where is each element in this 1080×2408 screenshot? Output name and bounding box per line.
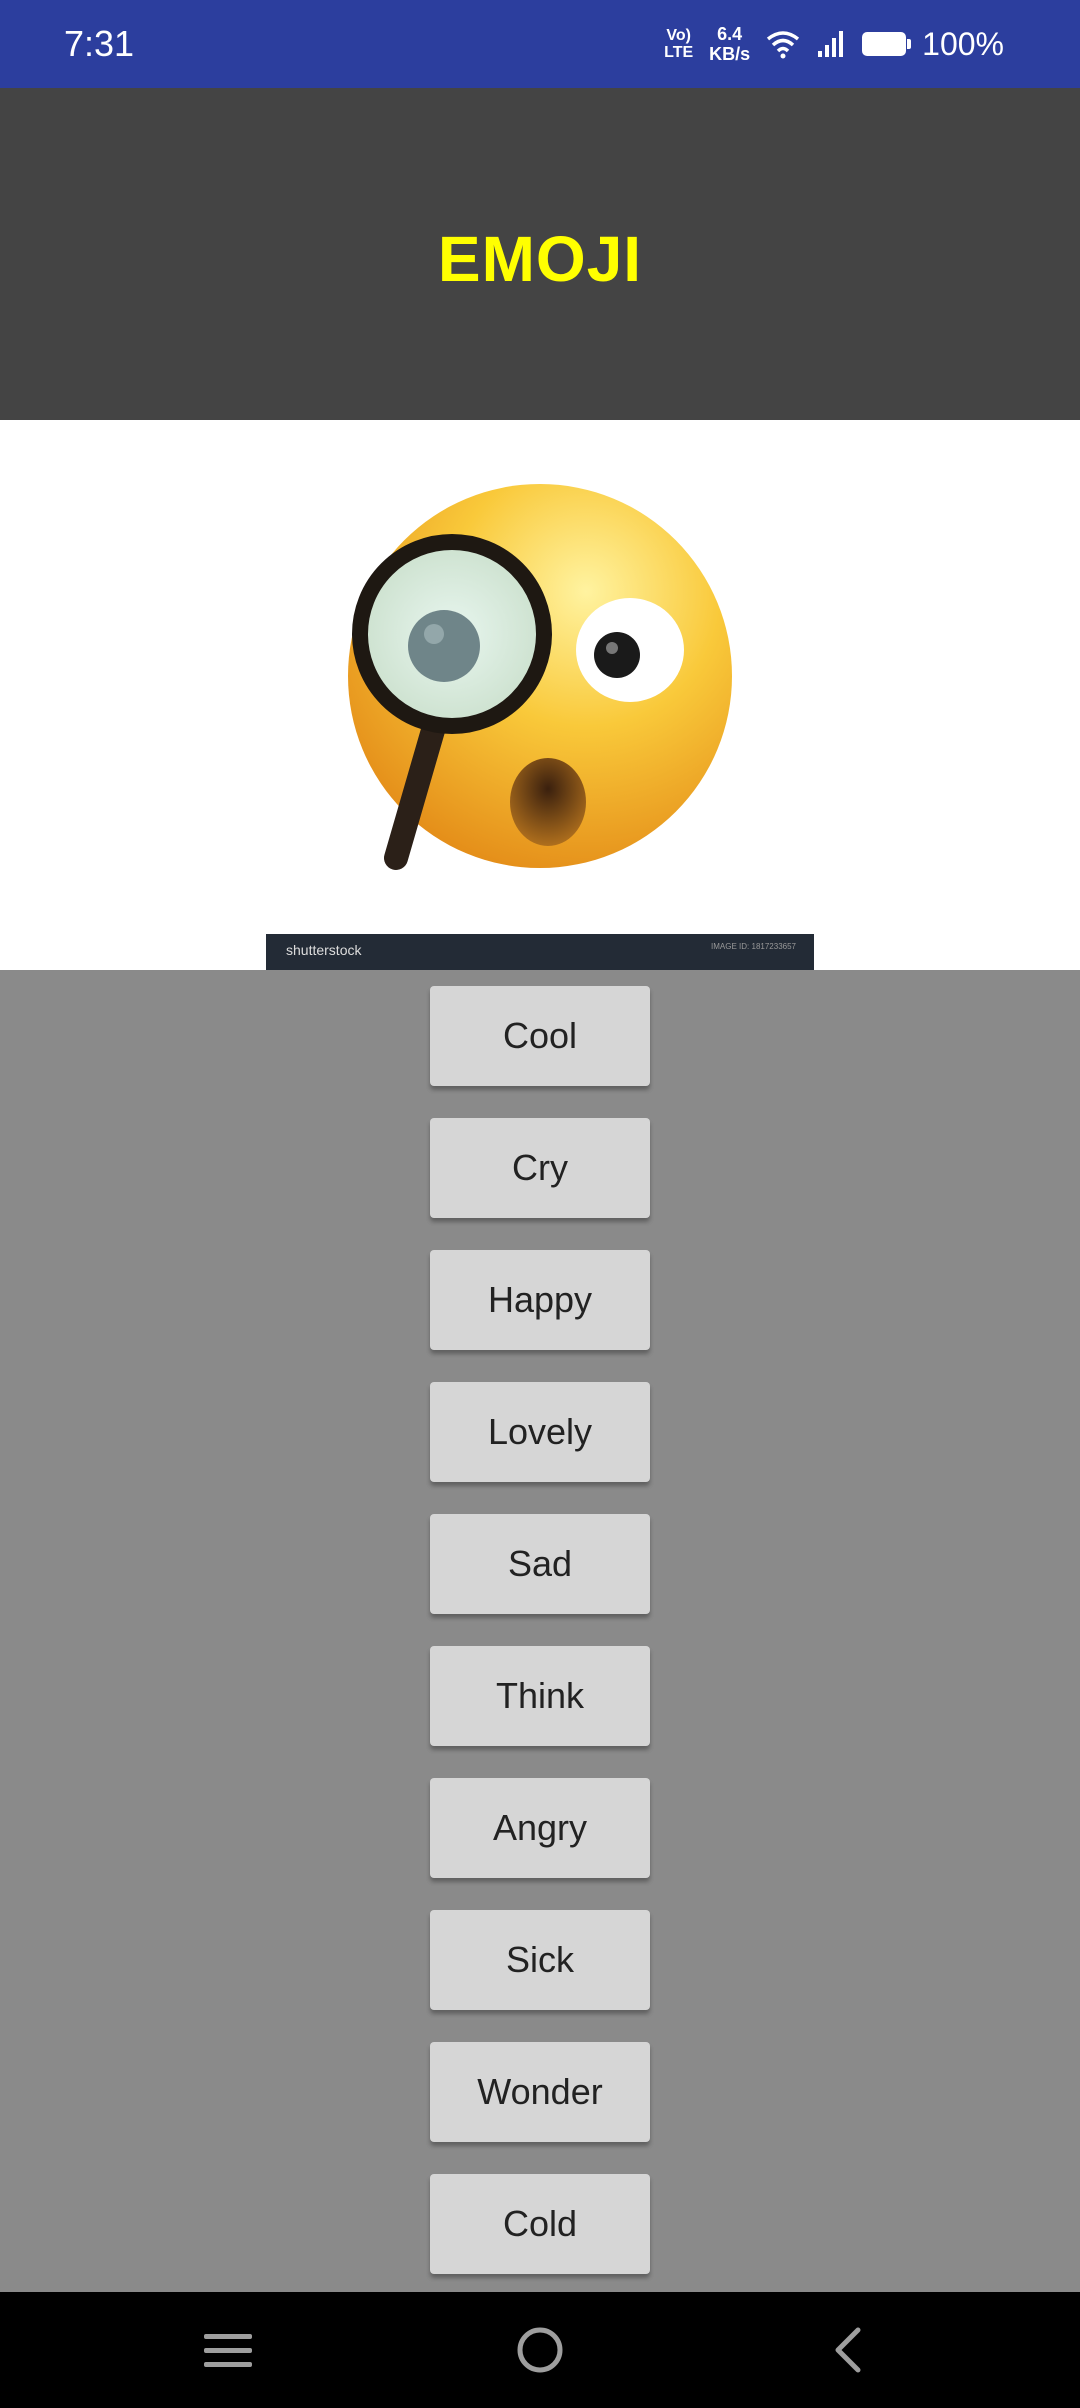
page-title: EMOJI — [437, 223, 643, 295]
angry-button[interactable]: Angry — [430, 1778, 650, 1878]
battery-icon — [862, 32, 912, 56]
sick-button[interactable]: Sick — [430, 1910, 650, 2010]
cry-button[interactable]: Cry — [430, 1118, 650, 1218]
speed-value: 6.4 — [717, 24, 743, 44]
status-icons: Vo) LTE 6.4 KB/s 100% — [664, 20, 1004, 68]
volte-label: Vo) — [666, 27, 691, 44]
signal-icon — [818, 31, 844, 57]
emoji-image-area: shutterstock IMAGE ID: 1817233657 — [0, 420, 1080, 970]
menu-icon[interactable] — [198, 2320, 258, 2380]
app-header: EMOJI — [0, 88, 1080, 420]
cold-button[interactable]: Cold — [430, 2174, 650, 2274]
navigation-bar — [0, 2292, 1080, 2408]
thinking-magnifier-emoji-icon — [266, 420, 814, 970]
home-icon[interactable] — [510, 2320, 570, 2380]
lte-label: LTE — [664, 44, 694, 61]
cool-button[interactable]: Cool — [430, 986, 650, 1086]
status-time: 7:31 — [64, 23, 135, 64]
sad-button[interactable]: Sad — [430, 1514, 650, 1614]
volte-indicator: Vo) LTE — [664, 27, 693, 61]
watermark-bar: shutterstock IMAGE ID: 1817233657 — [266, 934, 814, 970]
wifi-icon — [767, 31, 800, 59]
status-bar: 7:31 Vo) LTE 6.4 KB/s 100% — [0, 0, 1080, 88]
battery-percent: 100% — [922, 25, 1004, 62]
watermark-id: IMAGE ID: 1817233657 — [711, 942, 796, 951]
happy-button[interactable]: Happy — [430, 1250, 650, 1350]
speed-unit: KB/s — [709, 44, 751, 64]
back-icon[interactable] — [818, 2320, 878, 2380]
wonder-button[interactable]: Wonder — [430, 2042, 650, 2142]
emoji-button-list: Cool Cry Happy Lovely Sad Think Angry Si… — [0, 970, 1080, 2292]
lovely-button[interactable]: Lovely — [430, 1382, 650, 1482]
network-speed: 6.4 KB/s — [709, 24, 750, 64]
watermark-text: shutterstock — [286, 942, 362, 958]
think-button[interactable]: Think — [430, 1646, 650, 1746]
